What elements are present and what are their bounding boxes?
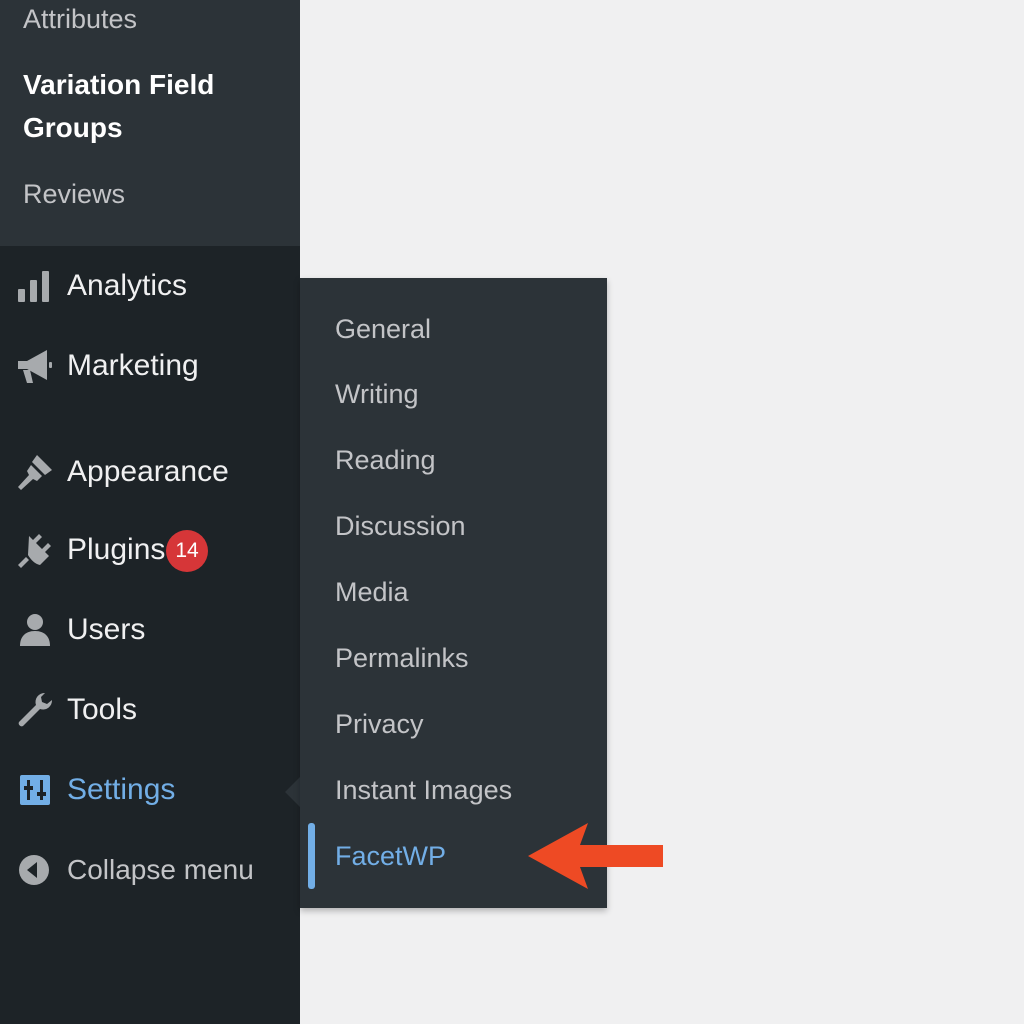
flyout-item-discussion[interactable]: Discussion bbox=[335, 501, 466, 551]
menu-item-tools[interactable]: Tools bbox=[0, 680, 300, 740]
plugin-update-count-badge: 14 bbox=[166, 530, 208, 572]
menu-label-analytics: Analytics bbox=[67, 269, 188, 302]
menu-item-users[interactable]: Users bbox=[0, 600, 300, 660]
menu-item-marketing[interactable]: Marketing bbox=[0, 336, 300, 396]
megaphone-icon bbox=[15, 346, 55, 386]
menu-item-plugins[interactable]: Plugins 14 bbox=[0, 520, 300, 580]
menu-label-users: Users bbox=[67, 613, 146, 646]
admin-sidebar: Attributes Variation Field Groups Review… bbox=[0, 0, 300, 1024]
products-submenu: Attributes Variation Field Groups Review… bbox=[0, 0, 300, 246]
menu-label-appearance: Appearance bbox=[67, 455, 229, 488]
settings-flyout-menu: General Writing Reading Discussion Media… bbox=[300, 278, 607, 908]
menu-item-settings[interactable]: Settings bbox=[0, 760, 300, 820]
flyout-item-privacy[interactable]: Privacy bbox=[335, 699, 424, 749]
menu-label-collapse: Collapse menu bbox=[67, 854, 254, 885]
flyout-item-facetwp[interactable]: FacetWP bbox=[335, 831, 446, 881]
flyout-item-general[interactable]: General bbox=[335, 304, 431, 354]
collapse-arrow-icon bbox=[15, 850, 55, 890]
user-icon bbox=[15, 610, 55, 650]
settings-sliders-icon bbox=[15, 770, 55, 810]
menu-item-appearance[interactable]: Appearance bbox=[0, 442, 300, 502]
flyout-item-instant-images[interactable]: Instant Images bbox=[335, 765, 512, 815]
submenu-item-attributes[interactable]: Attributes bbox=[23, 0, 137, 40]
menu-label-tools: Tools bbox=[67, 693, 138, 726]
paintbrush-icon bbox=[15, 452, 55, 492]
submenu-item-reviews[interactable]: Reviews bbox=[23, 173, 125, 215]
bar-chart-icon bbox=[15, 266, 55, 306]
flyout-item-writing[interactable]: Writing bbox=[335, 369, 419, 419]
menu-label-plugins: Plugins bbox=[67, 533, 166, 566]
collapse-menu-button[interactable]: Collapse menu bbox=[0, 840, 300, 900]
annotation-arrow bbox=[520, 820, 670, 894]
flyout-item-media[interactable]: Media bbox=[335, 567, 409, 617]
menu-label-settings: Settings bbox=[67, 773, 176, 806]
flyout-pointer bbox=[285, 776, 301, 808]
flyout-item-reading[interactable]: Reading bbox=[335, 435, 436, 485]
current-item-indicator bbox=[308, 823, 315, 889]
menu-label-marketing: Marketing bbox=[67, 349, 199, 382]
plugin-icon bbox=[15, 530, 55, 570]
flyout-item-permalinks[interactable]: Permalinks bbox=[335, 633, 469, 683]
menu-item-analytics[interactable]: Analytics bbox=[0, 256, 300, 316]
wrench-icon bbox=[15, 690, 55, 730]
submenu-item-variation-field-groups[interactable]: Variation Field Groups bbox=[23, 63, 283, 149]
